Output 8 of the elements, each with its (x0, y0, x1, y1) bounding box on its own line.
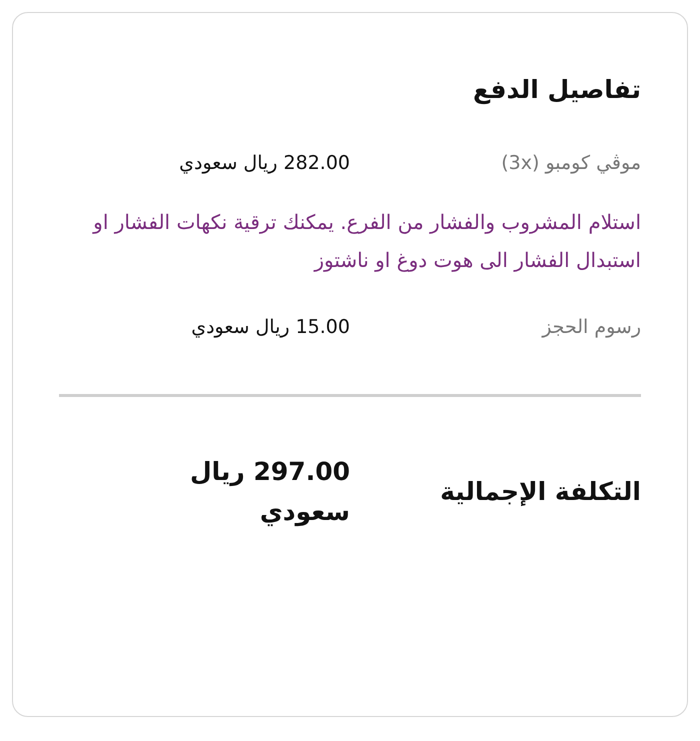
combo-note: استلام المشروب والفشار من الفرع. يمكنك ترقية نكهات الفشار او استبدال الفشار الى هوت دوغ او ناشتوز (91, 209, 641, 274)
total-price: 297.00 ريال سعودي (188, 456, 350, 528)
line-label: موڤي كومبو (3x) (500, 150, 641, 176)
total-label: التكلفة الإجمالية (439, 476, 641, 508)
card-title: تفاصيل الدفع (472, 74, 641, 106)
line-price: 282.00 ريال سعودي (178, 150, 350, 176)
line-price: 15.00 ريال سعودي (190, 315, 350, 340)
line-label: رسوم الحجز (540, 315, 641, 340)
